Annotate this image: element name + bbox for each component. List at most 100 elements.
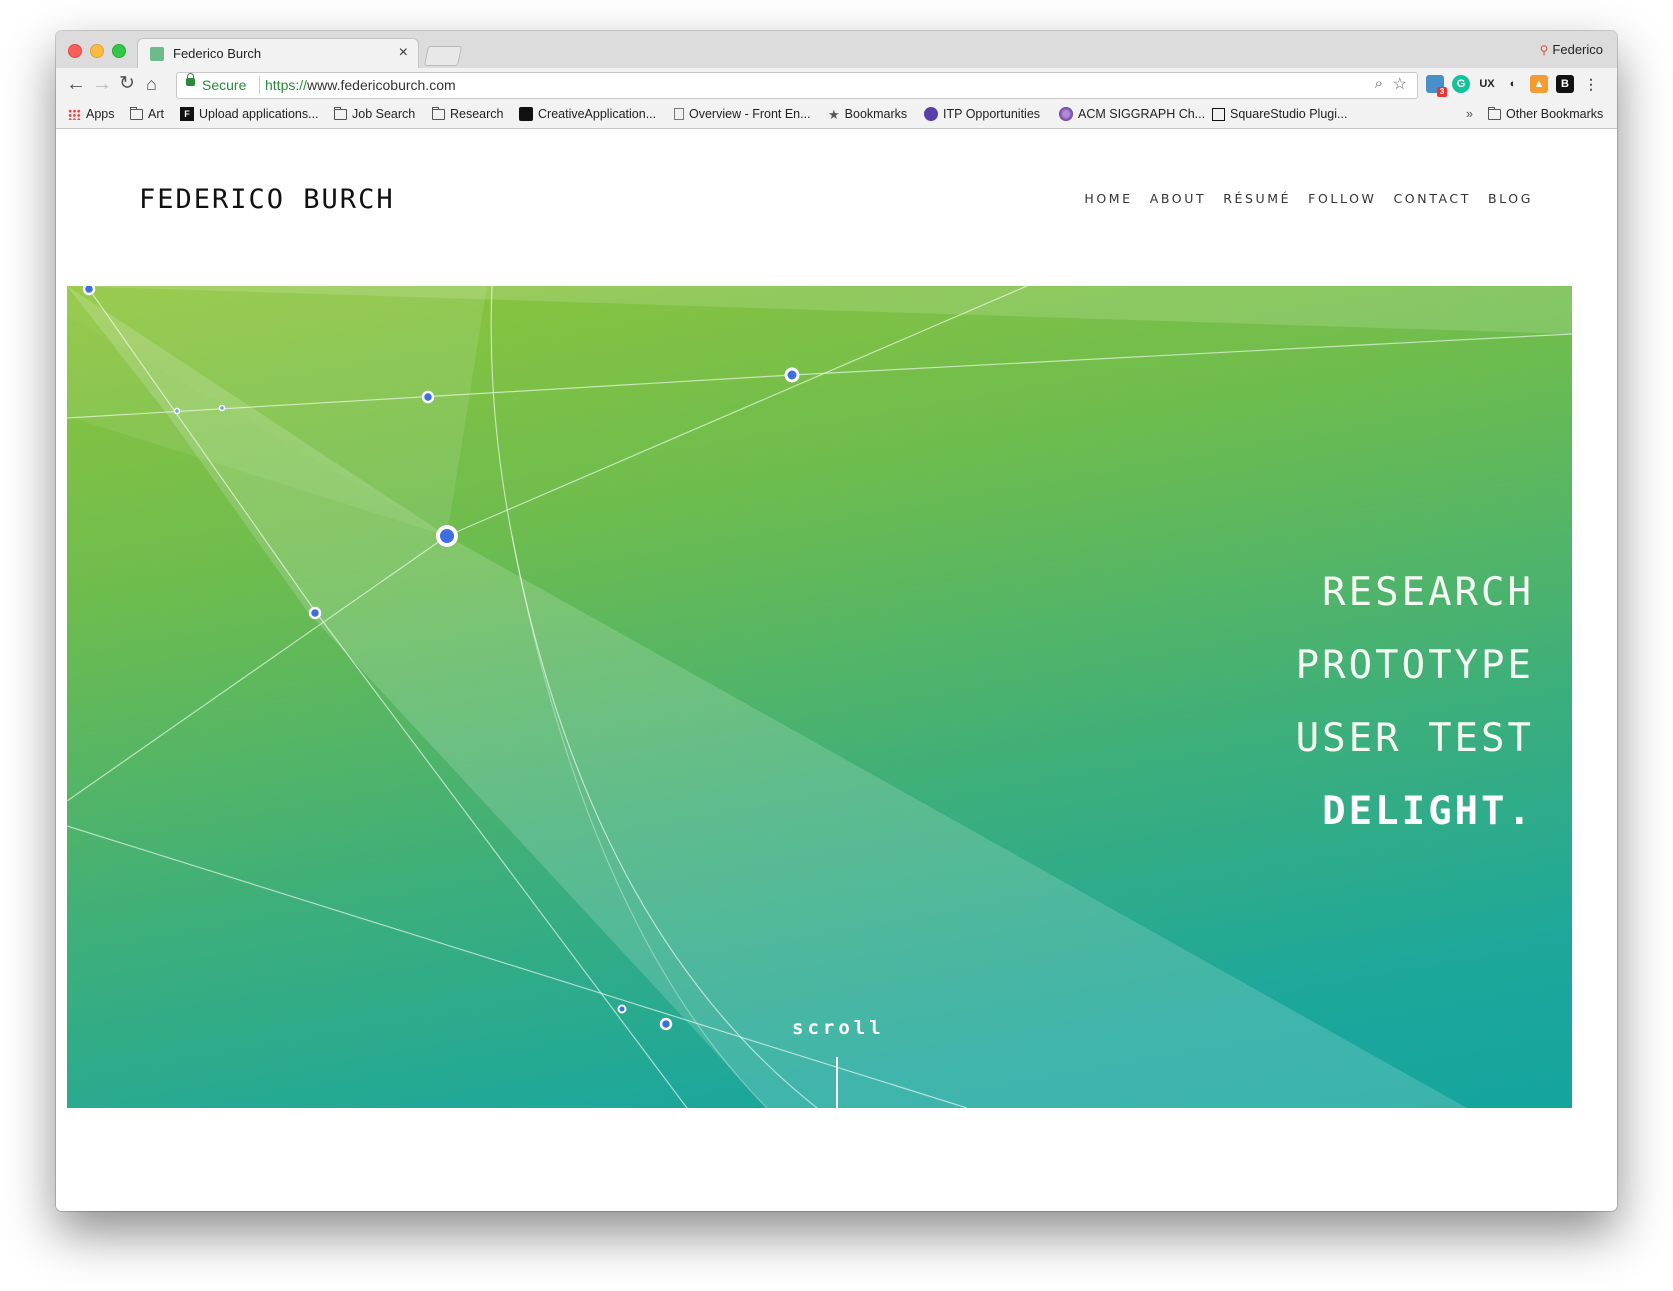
tab-strip: Federico Burch × ⚲ Federico xyxy=(56,31,1617,68)
minimize-window-button[interactable] xyxy=(90,44,104,58)
bookmark-research[interactable]: Research xyxy=(432,106,504,121)
reload-icon[interactable]: ↻ xyxy=(119,73,135,95)
tagline-user-test: USER TEST xyxy=(1295,716,1534,761)
f-logo-icon: F xyxy=(180,107,194,121)
network-line xyxy=(446,286,1028,537)
new-tab-button[interactable] xyxy=(423,46,463,66)
close-window-button[interactable] xyxy=(68,44,82,58)
square-icon xyxy=(1212,107,1225,121)
back-arrow-icon[interactable]: ← xyxy=(66,73,86,95)
bookmark-label: Research xyxy=(450,107,504,121)
network-node xyxy=(82,286,96,296)
menu-kebab-icon[interactable]: ⋮ xyxy=(1582,75,1600,93)
bookmark-label: Art xyxy=(148,107,164,121)
url-host: www.federicoburch.com xyxy=(307,77,456,93)
bookmark-bookmarks[interactable]: ★ Bookmarks xyxy=(828,107,907,121)
network-node-large xyxy=(436,525,458,547)
doc-icon xyxy=(674,108,684,120)
bookmark-label: Apps xyxy=(86,107,115,121)
site-nav: HOME ABOUT RÉSUMÉ FOLLOW CONTACT BLOG xyxy=(1084,191,1533,206)
grammarly-icon[interactable]: G xyxy=(1452,75,1470,93)
tab-title: Federico Burch xyxy=(173,46,262,61)
bookmark-label: Upload applications... xyxy=(199,107,319,121)
ux-extension-icon[interactable]: UX xyxy=(1478,75,1496,93)
bookmark-label: ITP Opportunities xyxy=(943,107,1041,121)
bookmark-star-icon[interactable]: ☆ xyxy=(1393,74,1407,94)
bookmark-label: Job Search xyxy=(352,107,416,121)
bookmark-upload-applications[interactable]: F Upload applications... xyxy=(180,107,319,121)
network-node xyxy=(617,1004,627,1014)
lock-icon xyxy=(186,73,195,86)
nav-contact[interactable]: CONTACT xyxy=(1393,191,1470,206)
zoom-icon[interactable]: ⌕ xyxy=(1375,75,1383,92)
bookmark-creativeapplications[interactable]: CreativeApplication... xyxy=(519,107,656,121)
browser-window: Federico Burch × ⚲ Federico ← → ↻ ⌂ Secur… xyxy=(56,31,1617,1211)
bookmark-job-search[interactable]: Job Search xyxy=(334,106,416,121)
nav-blog[interactable]: BLOG xyxy=(1488,191,1533,206)
tagline-research: RESEARCH xyxy=(1322,570,1534,615)
nav-about[interactable]: ABOUT xyxy=(1150,191,1207,206)
bookmark-label: ACM SIGGRAPH Ch... xyxy=(1078,107,1206,121)
tab-federico-burch[interactable]: Federico Burch × xyxy=(138,39,418,68)
nav-follow[interactable]: FOLLOW xyxy=(1308,191,1376,206)
other-bookmarks[interactable]: Other Bookmarks xyxy=(1488,106,1604,121)
network-node xyxy=(218,404,226,412)
network-node xyxy=(784,367,800,383)
bookmark-label: CreativeApplication... xyxy=(538,107,657,121)
bookmark-art[interactable]: Art xyxy=(130,106,164,121)
bookmark-acm-siggraph[interactable]: ACM SIGGRAPH Ch... xyxy=(1059,107,1205,121)
bookmark-overview-front-end[interactable]: Overview - Front En... xyxy=(674,107,811,121)
hero-taglines: RESEARCH PROTOTYPE USER TEST DELIGHT. xyxy=(1296,556,1534,848)
folder-icon xyxy=(130,106,143,120)
folder-icon xyxy=(334,106,347,120)
bookmark-label: Other Bookmarks xyxy=(1506,107,1604,121)
bookmark-itp-opportunities[interactable]: ITP Opportunities xyxy=(924,107,1040,121)
extension-badge-icon[interactable]: 3 xyxy=(1426,75,1447,97)
siggraph-icon xyxy=(1059,107,1073,121)
maximize-window-button[interactable] xyxy=(112,44,126,58)
url-text[interactable]: https://www.federicoburch.com xyxy=(265,77,456,93)
bookmarks-overflow-icon[interactable]: » xyxy=(1466,107,1473,121)
bookmark-label: Overview - Front En... xyxy=(689,107,811,121)
ca-logo-icon xyxy=(519,107,533,121)
nav-home[interactable]: HOME xyxy=(1084,191,1132,206)
dark-mode-icon[interactable]: ◐ xyxy=(1504,75,1522,93)
folder-icon xyxy=(1488,106,1501,120)
star-icon: ★ xyxy=(828,106,840,122)
folder-icon xyxy=(432,106,445,120)
bookmark-label: Bookmarks xyxy=(844,107,908,121)
tagline-prototype: PROTOTYPE xyxy=(1295,643,1534,688)
tab-close-icon[interactable]: × xyxy=(399,44,408,62)
tab-favicon-icon xyxy=(150,47,164,61)
home-icon[interactable]: ⌂ xyxy=(146,73,157,95)
itp-logo-icon xyxy=(924,107,938,121)
b-extension-icon[interactable]: B xyxy=(1556,75,1574,93)
network-node xyxy=(173,407,181,415)
forward-arrow-icon[interactable]: → xyxy=(92,73,112,95)
apps-grid-icon xyxy=(68,108,81,120)
address-bar[interactable]: Secure https://www.federicoburch.com ⌕ ☆ xyxy=(176,72,1418,99)
site-brand[interactable]: FEDERICO BURCH xyxy=(139,184,395,215)
extension-badge-count: 3 xyxy=(1437,87,1447,97)
scroll-indicator-line xyxy=(836,1057,838,1108)
url-scheme: https:// xyxy=(265,77,308,93)
profile-name: Federico xyxy=(1552,42,1603,57)
window-controls xyxy=(68,44,126,58)
nav-resume[interactable]: RÉSUMÉ xyxy=(1223,191,1291,206)
network-node xyxy=(421,390,435,404)
tagline-delight: DELIGHT. xyxy=(1322,789,1534,834)
bookmark-label: SquareStudio Plugi... xyxy=(1230,107,1348,121)
orange-extension-icon[interactable]: ▲ xyxy=(1530,75,1548,93)
web-page: FEDERICO BURCH HOME ABOUT RÉSUMÉ FOLLOW … xyxy=(56,129,1617,1211)
bookmarks-bar: Apps Art F Upload applications... Job Sea… xyxy=(56,102,1617,129)
network-node xyxy=(659,1017,673,1031)
browser-toolbar: ← → ↻ ⌂ Secure https://www.federicoburch… xyxy=(56,68,1617,102)
secure-label: Secure xyxy=(202,77,247,93)
scroll-indicator-label[interactable]: scroll xyxy=(792,1017,885,1039)
bookmark-apps[interactable]: Apps xyxy=(68,107,115,121)
bookmark-squarestudio[interactable]: SquareStudio Plugi... xyxy=(1212,107,1347,121)
hero-banner: RESEARCH PROTOTYPE USER TEST DELIGHT. sc… xyxy=(67,286,1572,1108)
profile-button[interactable]: ⚲ Federico xyxy=(1540,42,1603,57)
profile-icon: ⚲ xyxy=(1539,43,1549,57)
address-separator xyxy=(259,76,260,94)
